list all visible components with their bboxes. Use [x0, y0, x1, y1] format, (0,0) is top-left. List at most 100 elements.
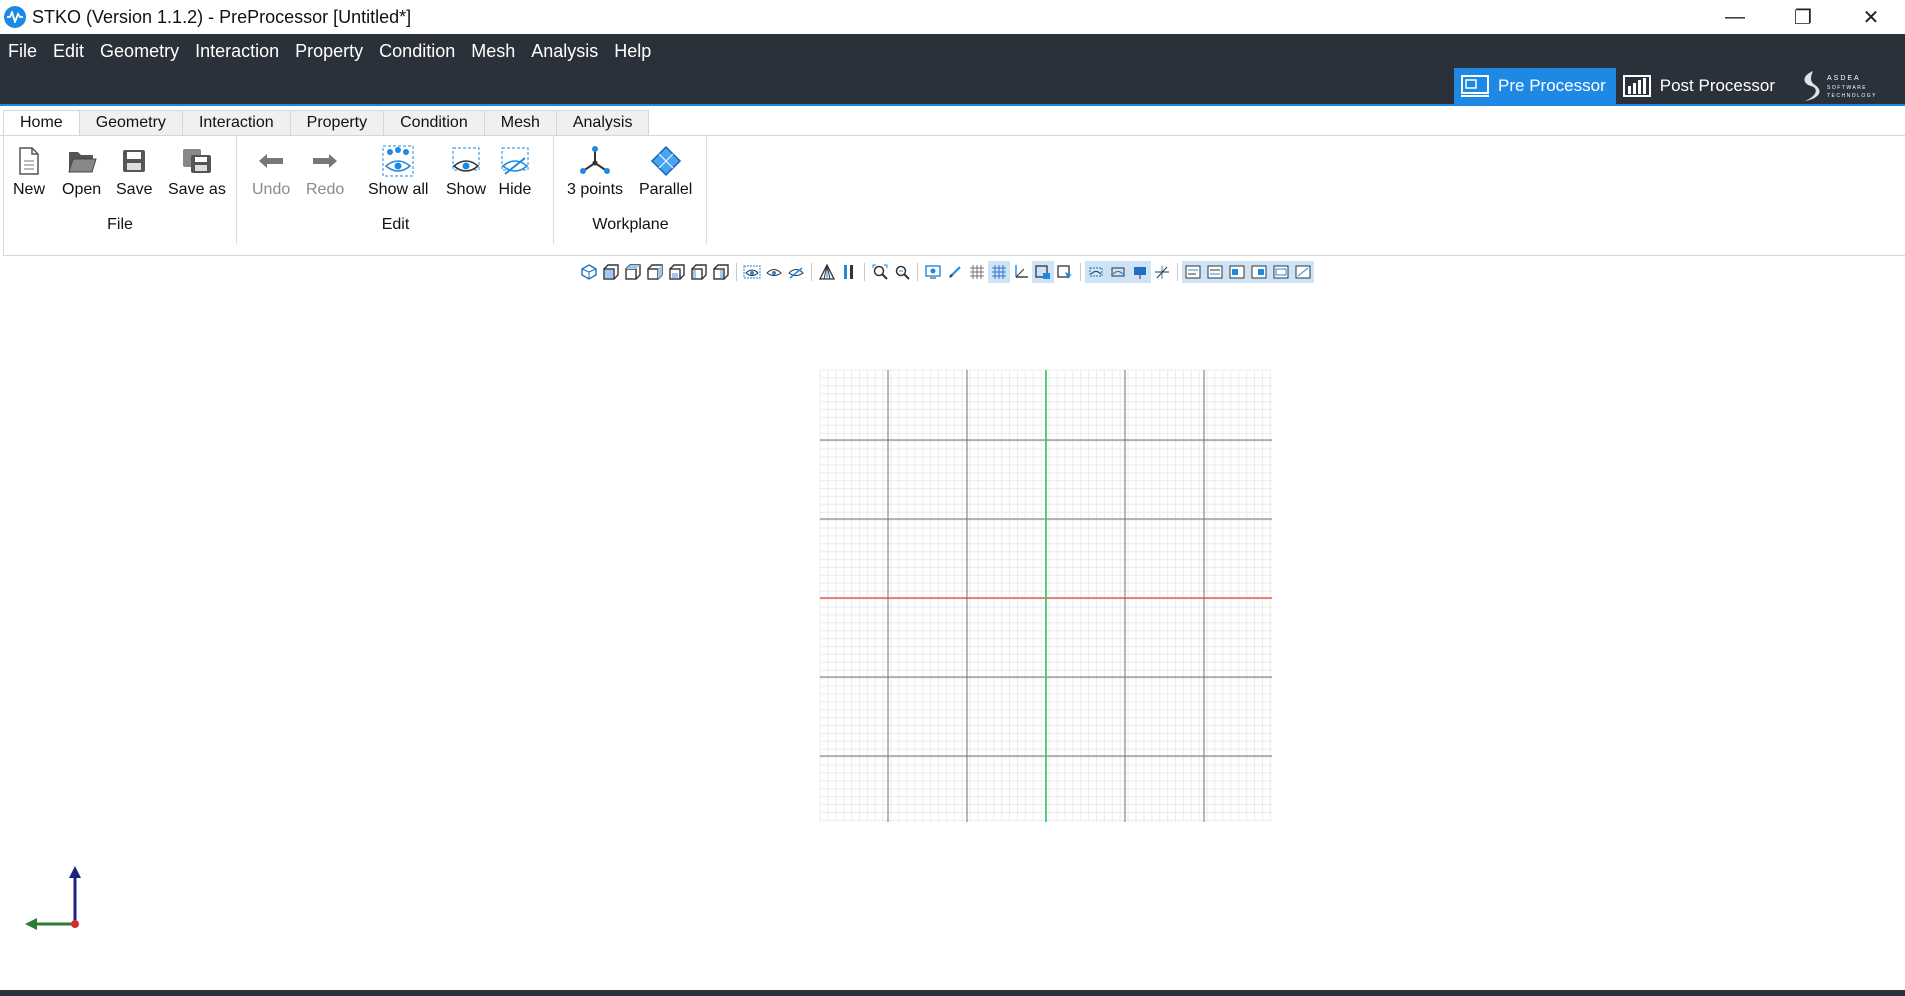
orthographic-icon[interactable] — [838, 261, 860, 283]
restore-button[interactable]: ❐ — [1769, 0, 1837, 34]
tab-interaction[interactable]: Interaction — [182, 110, 291, 136]
tab-property[interactable]: Property — [290, 110, 385, 136]
undo-label: Undo — [252, 181, 291, 198]
grid-toggle-icon[interactable] — [988, 261, 1010, 283]
three-points-button[interactable]: 3 points — [567, 144, 623, 199]
zoom-icon[interactable] — [891, 261, 913, 283]
redo-arrow-icon — [308, 144, 342, 178]
file-group: New Open Save Save as File — [4, 136, 237, 244]
visibility-eye-alt-icon[interactable] — [763, 261, 785, 283]
save-label: Save — [116, 181, 153, 198]
visibility-hide-icon[interactable] — [785, 261, 807, 283]
menu-edit[interactable]: Edit — [45, 41, 92, 62]
minimize-button[interactable]: — — [1701, 0, 1769, 34]
display-option-5-icon[interactable] — [1270, 261, 1292, 283]
parallel-label: Parallel — [639, 181, 693, 198]
view-top-icon[interactable] — [644, 261, 666, 283]
grid-icon[interactable] — [966, 261, 988, 283]
render-mode-2-icon[interactable] — [1107, 261, 1129, 283]
hide-label: Hide — [498, 181, 532, 198]
post-processor-icon — [1622, 75, 1651, 97]
show-all-label: Show all — [368, 181, 429, 198]
ribbon: New Open Save Save as File Undo Redo Sho… — [3, 136, 1905, 256]
perspective-icon[interactable] — [816, 261, 838, 283]
render-mode-3-icon[interactable] — [1129, 261, 1151, 283]
selection-box-icon[interactable] — [1054, 261, 1076, 283]
view-bottom-icon[interactable] — [666, 261, 688, 283]
ribbon-tabs: Home Geometry Interaction Property Condi… — [3, 110, 650, 136]
menu-interaction[interactable]: Interaction — [187, 41, 287, 62]
visibility-eye-icon[interactable] — [741, 261, 763, 283]
zoom-fit-icon[interactable] — [869, 261, 891, 283]
pen-icon[interactable] — [944, 261, 966, 283]
view-back-icon[interactable] — [622, 261, 644, 283]
pre-processor-label: Pre Processor — [1498, 76, 1606, 95]
close-button[interactable]: ✕ — [1837, 0, 1905, 34]
window-title: STKO (Version 1.1.2) - PreProcessor [Unt… — [32, 6, 412, 27]
view-front-icon[interactable] — [600, 261, 622, 283]
viewport-canvas[interactable] — [0, 290, 1905, 990]
view-left-icon[interactable] — [688, 261, 710, 283]
menu-geometry[interactable]: Geometry — [92, 41, 187, 62]
save-as-button[interactable]: Save as — [168, 144, 226, 199]
menu-mesh[interactable]: Mesh — [463, 41, 523, 62]
svg-text:TECHNOLOGY: TECHNOLOGY — [1827, 93, 1877, 99]
toolbar-separator — [917, 263, 918, 281]
open-button[interactable]: Open — [62, 144, 101, 199]
view-toolbar — [578, 261, 1314, 283]
open-label: Open — [62, 181, 102, 198]
tab-condition[interactable]: Condition — [384, 110, 485, 136]
display-option-1-icon[interactable] — [1182, 261, 1204, 283]
app-icon — [4, 6, 26, 28]
axes-icon[interactable] — [1010, 261, 1032, 283]
undo-button[interactable]: Undo — [252, 144, 290, 199]
three-points-label: 3 points — [567, 181, 624, 198]
display-option-4-icon[interactable] — [1248, 261, 1270, 283]
tab-home[interactable]: Home — [3, 110, 80, 136]
display-option-3-icon[interactable] — [1226, 261, 1248, 283]
tab-analysis[interactable]: Analysis — [556, 110, 650, 136]
parallel-button[interactable]: Parallel — [639, 144, 692, 199]
show-button[interactable]: Show — [446, 144, 486, 199]
show-eye-icon — [449, 144, 483, 178]
redo-button[interactable]: Redo — [306, 144, 344, 199]
display-option-6-icon[interactable] — [1292, 261, 1314, 283]
new-file-icon — [12, 144, 46, 178]
save-button[interactable]: Save — [116, 144, 152, 199]
display-option-2-icon[interactable] — [1204, 261, 1226, 283]
render-mode-4-icon[interactable] — [1151, 261, 1173, 283]
asdea-logo: ASDEA SOFTWARE TECHNOLOGY — [1785, 68, 1905, 104]
svg-text:ASDEA: ASDEA — [1827, 75, 1861, 82]
menu-help[interactable]: Help — [606, 41, 659, 62]
menu-property[interactable]: Property — [287, 41, 371, 62]
post-processor-button[interactable]: Post Processor — [1616, 68, 1785, 104]
save-as-icon — [180, 144, 214, 178]
pre-processor-button[interactable]: Pre Processor — [1454, 68, 1616, 104]
view-right-icon[interactable] — [710, 261, 732, 283]
hide-eye-icon — [498, 144, 532, 178]
view-iso-icon[interactable] — [578, 261, 600, 283]
hide-button[interactable]: Hide — [498, 144, 532, 199]
edit-group-label: Edit — [381, 216, 410, 233]
post-processor-label: Post Processor — [1659, 76, 1775, 95]
minimize-icon: — — [1725, 5, 1745, 28]
undo-arrow-icon — [254, 144, 288, 178]
workplane-group: 3 points Parallel Workplane — [555, 136, 707, 244]
tab-mesh[interactable]: Mesh — [484, 110, 557, 136]
menu-condition[interactable]: Condition — [371, 41, 463, 62]
file-group-label: File — [107, 216, 133, 233]
render-mode-1-icon[interactable] — [1085, 261, 1107, 283]
menu-analysis[interactable]: Analysis — [523, 41, 606, 62]
tab-geometry[interactable]: Geometry — [79, 110, 183, 136]
redo-label: Redo — [306, 181, 345, 198]
show-label: Show — [446, 181, 487, 198]
menu-file[interactable]: File — [0, 41, 45, 62]
svg-text:SOFTWARE: SOFTWARE — [1827, 85, 1867, 91]
screenshot-icon[interactable] — [922, 261, 944, 283]
bounding-box-icon[interactable] — [1032, 261, 1054, 283]
show-all-icon — [381, 144, 415, 178]
show-all-button[interactable]: Show all — [368, 144, 428, 199]
axis-triad-icon — [25, 866, 81, 930]
new-button[interactable]: New — [12, 144, 46, 199]
parallel-plane-icon — [649, 144, 683, 178]
